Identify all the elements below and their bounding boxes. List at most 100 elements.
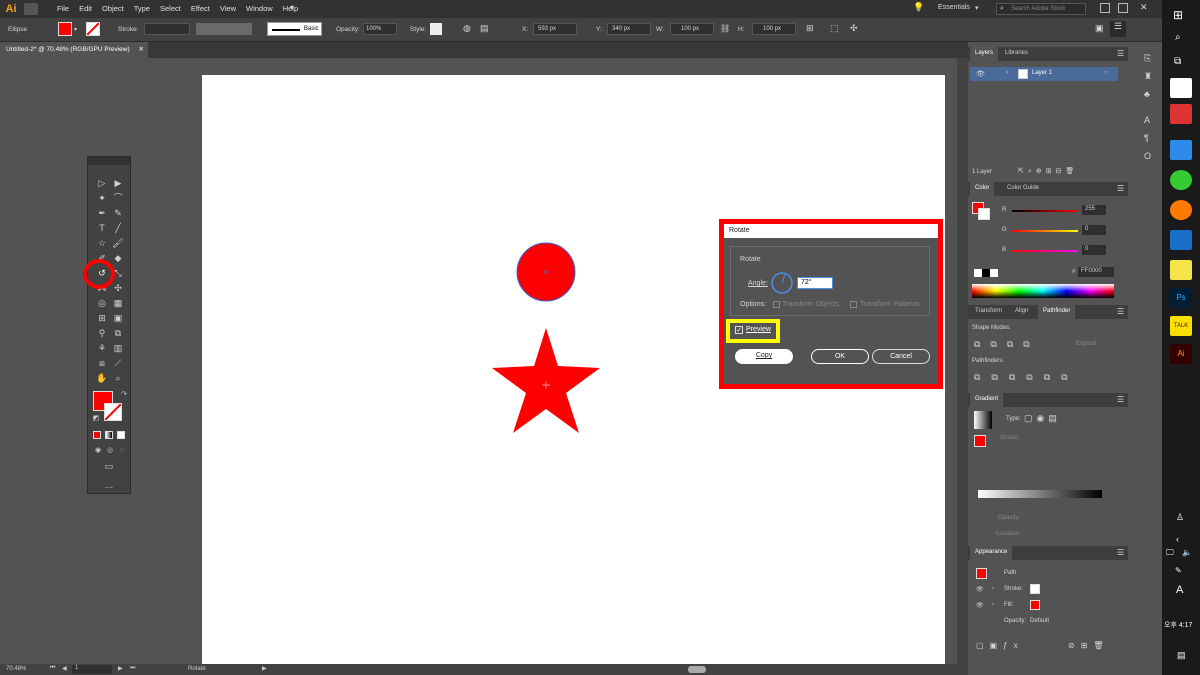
tab-appearance[interactable]: Appearance [970,546,1013,560]
menu-type[interactable]: Type [129,4,155,13]
lasso-icon[interactable]: ⌒ [112,192,124,204]
color-spectrum[interactable] [972,284,1114,298]
align-icon[interactable]: ▤ [480,23,489,34]
panel-menu-icon[interactable]: ☰ [1117,548,1124,557]
eraser-icon[interactable]: ◆ [112,252,124,264]
menu-window[interactable]: Window [241,4,278,13]
chrome-icon[interactable] [1170,170,1192,190]
link-icon[interactable]: ⛓ [720,24,730,33]
draw-behind-icon[interactable]: ◎ [104,445,116,457]
menu-file[interactable]: File [52,4,74,13]
vertical-scrollbar[interactable] [957,58,968,664]
perspective-grid-icon[interactable]: ▦ [112,297,124,309]
preview-label[interactable]: Preview [746,326,771,333]
appearance-opacity-value[interactable]: Default [1030,618,1049,624]
blend-tool-icon[interactable]: ⧉ [112,327,124,339]
panel-menu-icon[interactable]: ☰ [1117,184,1124,193]
layer-row[interactable]: 👁 › Layer 1 ○ [970,67,1118,81]
panel-menu-icon[interactable]: ☰ [1117,395,1124,404]
windows-start-icon[interactable]: ⊞ [1173,8,1183,22]
illustrator-icon[interactable]: Ai [1170,344,1192,364]
color-mode-icon[interactable] [93,431,101,439]
last-artboard-icon[interactable]: ⏭ [130,665,135,672]
panel-menu-icon[interactable]: ☰ [1110,21,1126,37]
target-icon[interactable]: ○ [1104,70,1108,76]
paragraph-icon[interactable]: ¶ [1144,133,1149,143]
none-swatch[interactable] [974,269,982,277]
h-field[interactable]: 100 px [752,23,796,35]
chevron-left-icon[interactable]: ‹ [1176,534,1179,544]
appearance-footer-icons[interactable]: ⊘⊞🗑 [1068,641,1110,650]
star-tool-icon[interactable]: ☆ [96,237,108,249]
expand-icon[interactable]: › [992,602,994,608]
gradient-type-buttons[interactable]: ▢◉▤ [1024,413,1061,424]
selection-tool-icon[interactable]: ▷ [96,177,108,189]
paintbrush-icon[interactable]: 🖌 [112,237,124,249]
r-value[interactable]: 255 [1082,205,1106,215]
puppet-warp-tool-icon[interactable]: ✣ [112,282,124,294]
eye-icon[interactable]: 👁 [976,602,984,609]
menu-effect[interactable]: Effect [186,4,215,13]
graphic-style-swatch[interactable] [430,23,442,35]
angle-dial-icon[interactable] [771,272,793,294]
default-colors-icon[interactable]: ◩ [90,413,102,425]
status-menu-icon[interactable]: ▶ [262,665,267,672]
search-stock-input[interactable]: ⌕ Search Adobe Stock [996,3,1086,15]
zoom-level[interactable]: 70.48% [6,666,26,672]
transform-icon[interactable]: ⊞ [806,23,814,34]
isolate-icon[interactable]: ⬚ [830,23,839,34]
color-stroke-swatch[interactable] [978,208,990,220]
shape-builder-icon[interactable]: ◎ [96,297,108,309]
properties-icon[interactable]: ⎘ [1144,53,1151,64]
zoom-tool-icon[interactable]: ⌕ [112,372,124,384]
tab-color-guide[interactable]: Color Guide [1002,182,1044,196]
stroke-color-box[interactable] [104,403,122,421]
expand-button[interactable]: Expand [1076,341,1096,347]
search-icon[interactable]: ⌕ [1175,32,1181,43]
character-icon[interactable]: A [1144,115,1150,125]
variable-width-profile[interactable] [196,23,252,35]
tab-align[interactable]: Align [1010,305,1033,319]
lightbulb-icon[interactable]: 💡 [913,2,924,13]
tab-layers[interactable]: Layers [970,47,999,61]
kakaotalk-icon[interactable]: TALK [1170,316,1192,336]
workspace-label[interactable]: Essentials [938,4,970,11]
network-icon[interactable]: 🖵 [1166,548,1174,558]
transform-objects-label[interactable]: Transform Objects [782,301,839,308]
toolbox-grip[interactable] [88,157,130,165]
g-slider[interactable] [1012,230,1078,232]
pen-tool-icon[interactable]: ✒ [96,207,108,219]
b-value[interactable]: 0 [1082,245,1106,255]
home-icon[interactable] [24,3,38,15]
menu-object[interactable]: Object [97,4,129,13]
appearance-stroke-swatch[interactable] [1030,584,1040,594]
draw-normal-icon[interactable]: ◉ [92,445,104,457]
draw-inside-icon[interactable]: ◌ [116,445,128,457]
fill-swatch[interactable] [58,22,72,36]
artwork[interactable] [480,235,620,445]
gradient-mode-icon[interactable] [105,431,113,439]
y-field[interactable]: 340 px [607,23,651,35]
gradient-tool-icon[interactable]: ▣ [112,312,124,324]
arrange-documents-icon[interactable]: ▣ [1095,23,1104,34]
mesh-tool-icon[interactable]: ⊞ [96,312,108,324]
firefox-icon[interactable] [1170,200,1192,220]
menu-edit[interactable]: Edit [74,4,97,13]
type-tool-icon[interactable]: T [96,222,108,234]
recolor-icon[interactable]: ◍ [463,23,471,34]
pen-icon[interactable]: ✎ [1175,566,1182,575]
stroke-swatch[interactable] [86,22,100,36]
app-icon-2[interactable] [1170,104,1192,124]
hand-tool-icon[interactable]: ✋ [96,372,108,384]
document-tab[interactable]: Untitled-2* @ 70.48% (RGB/GPU Preview) ✕ [0,42,148,58]
tab-gradient[interactable]: Gradient [970,393,1004,407]
menu-select[interactable]: Select [155,4,186,13]
panel-menu-icon[interactable]: ☰ [1117,49,1124,58]
screen-mode-icon[interactable]: ▭ [103,460,115,472]
transform-objects-checkbox[interactable] [773,301,780,308]
preview-checkbox[interactable]: ✓ [735,326,743,334]
app-icon-3[interactable] [1170,140,1192,160]
shape-mode-buttons[interactable]: ⧉⧉⧉⧉ [974,339,1040,350]
chevron-down-icon[interactable]: ▾ [74,26,77,33]
stroke-weight-field[interactable] [144,23,190,35]
